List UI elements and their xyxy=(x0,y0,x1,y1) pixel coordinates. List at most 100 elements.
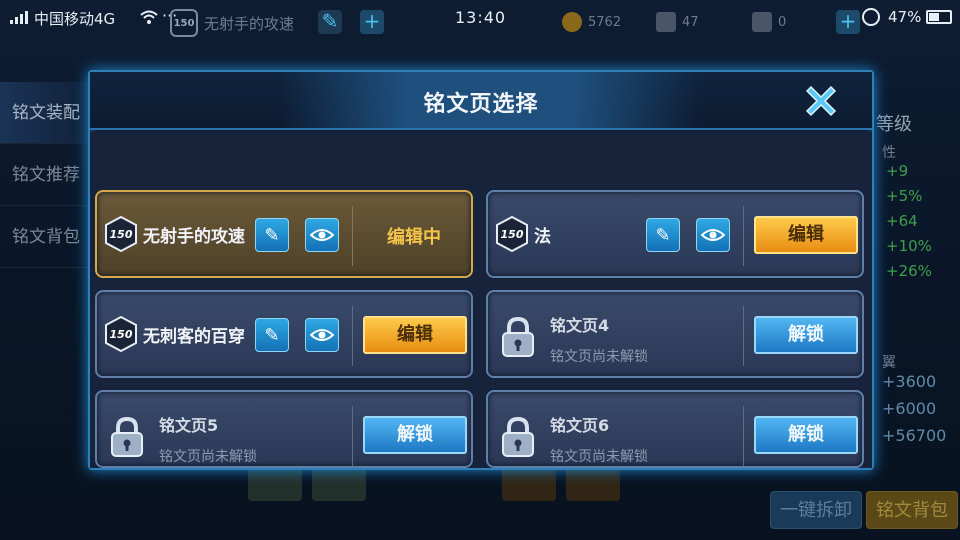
page-header: 150 无射手的攻速 xyxy=(170,8,294,38)
modal-title: 铭文页选择 xyxy=(423,92,539,117)
stat-value: +5% xyxy=(886,187,923,205)
stat-value: +10% xyxy=(886,237,932,255)
lock-icon xyxy=(502,316,534,357)
stat-value: +56700 xyxy=(882,426,947,445)
rune-page-modal: 铭文页选择 150 无射手的攻速 ✎ 编辑中 150 法 ✎ 编辑 150 无刺… xyxy=(88,70,874,470)
nav-item-recommend: 铭文推荐 xyxy=(0,144,88,206)
eye-icon xyxy=(701,229,725,241)
shard-value: 0 xyxy=(778,14,787,30)
divider xyxy=(352,206,353,266)
page-title: 铭文页5 xyxy=(159,416,219,435)
stats-sub: 性 xyxy=(882,145,896,161)
gold-value: 5762 xyxy=(588,14,622,30)
gem-counter: 47 xyxy=(656,12,699,32)
clock-time: 13:40 xyxy=(455,8,507,27)
rename-button[interactable]: ✎ xyxy=(255,318,289,352)
lock-icon xyxy=(111,416,143,457)
stat-value: +3600 xyxy=(882,372,937,391)
stats-sub-2: 翼 xyxy=(882,355,896,371)
carrier-label: 中国移动4G xyxy=(34,10,116,28)
wifi-icon xyxy=(140,10,158,24)
rename-button[interactable]: ✎ xyxy=(255,218,289,252)
stats-panel-2: 翼 +3600 +6000 +56700 xyxy=(882,352,946,453)
svg-text:150: 150 xyxy=(501,228,524,241)
plus-icon: + xyxy=(360,10,384,34)
svg-text:150: 150 xyxy=(110,328,133,341)
edit-button[interactable]: 编辑 xyxy=(363,316,467,354)
divider xyxy=(743,406,744,466)
preview-button[interactable] xyxy=(696,218,730,252)
nav-item-bag: 铭文背包 xyxy=(0,206,88,268)
locked-message: 铭文页尚未解锁 xyxy=(550,449,648,465)
preview-button[interactable] xyxy=(305,218,339,252)
page-title: 铭文页4 xyxy=(550,316,610,335)
shard-counter: 0 xyxy=(752,12,786,32)
rune-bag-button: 铭文背包 xyxy=(866,491,958,529)
level-150-icon: 150 xyxy=(496,216,528,252)
alarm-icon xyxy=(862,8,880,26)
edit-icon-dim: ✎ xyxy=(318,10,342,34)
gold-counter: 5762 xyxy=(562,12,621,32)
rune-page-card[interactable]: 150 法 ✎ 编辑 xyxy=(486,190,864,278)
add-currency-icon: + xyxy=(836,10,860,34)
page-title: 铭文页6 xyxy=(550,416,610,435)
rune-page-name: 法 xyxy=(534,227,551,247)
signal-icon xyxy=(10,10,28,24)
close-button[interactable] xyxy=(798,78,844,124)
locked-page-card: 铭文页5 铭文页尚未解锁 解锁 xyxy=(95,390,473,468)
rune-page-card[interactable]: 150 无射手的攻速 ✎ 编辑中 xyxy=(95,190,473,278)
rune-slot xyxy=(502,465,556,501)
rune-slot xyxy=(248,465,302,501)
eye-icon xyxy=(310,329,334,341)
editing-status: 编辑中 xyxy=(387,227,441,248)
level-150-icon: 150 xyxy=(105,316,137,352)
close-icon xyxy=(805,85,837,117)
unload-all-button: 一键拆卸 xyxy=(770,491,862,529)
divider xyxy=(743,206,744,266)
edit-button[interactable]: 编辑 xyxy=(754,216,858,254)
rune-page-card[interactable]: 150 无刺客的百穿 ✎ 编辑 xyxy=(95,290,473,378)
rune-slot xyxy=(312,465,366,501)
locked-page-card: 铭文页4 铭文页尚未解锁 解锁 xyxy=(486,290,864,378)
rename-button[interactable]: ✎ xyxy=(646,218,680,252)
stat-value: +9 xyxy=(886,162,909,180)
stats-header: 等级 xyxy=(876,114,912,135)
battery-percent: 47% xyxy=(888,8,922,26)
coin-icon xyxy=(562,12,582,32)
gem-value: 47 xyxy=(682,14,699,30)
lock-icon xyxy=(502,416,534,457)
level-badge: 150 xyxy=(170,9,198,37)
svg-text:150: 150 xyxy=(110,228,133,241)
preview-button[interactable] xyxy=(305,318,339,352)
eraser-icon: ✎ xyxy=(264,324,280,346)
stat-value: +64 xyxy=(886,212,918,230)
stat-value: +26% xyxy=(886,262,932,280)
modal-header: 铭文页选择 xyxy=(90,72,872,130)
shard-icon xyxy=(752,12,772,32)
unlock-button[interactable]: 解锁 xyxy=(363,416,467,454)
unlock-button[interactable]: 解锁 xyxy=(754,316,858,354)
level-150-icon: 150 xyxy=(105,216,137,252)
status-bar: 中国移动4G ··· 13:40 47% xyxy=(0,0,960,36)
stat-value: +6000 xyxy=(882,399,937,418)
battery-icon xyxy=(926,10,952,24)
eye-icon xyxy=(310,229,334,241)
divider xyxy=(352,406,353,466)
page-name: 无射手的攻速 xyxy=(204,14,295,33)
unlock-button[interactable]: 解锁 xyxy=(754,416,858,454)
locked-message: 铭文页尚未解锁 xyxy=(159,449,257,465)
eraser-icon: ✎ xyxy=(655,224,671,246)
eraser-icon: ✎ xyxy=(264,224,280,246)
rune-page-name: 无射手的攻速 xyxy=(143,227,245,247)
locked-page-card: 铭文页6 铭文页尚未解锁 解锁 xyxy=(486,390,864,468)
rune-slot xyxy=(566,465,620,501)
locked-message: 铭文页尚未解锁 xyxy=(550,349,648,365)
diamond-icon xyxy=(656,12,676,32)
nav-item-assemble: 铭文装配 xyxy=(0,82,88,144)
left-nav: 铭文装配 铭文推荐 铭文背包 xyxy=(0,82,88,268)
rune-page-name: 无刺客的百穿 xyxy=(143,327,245,347)
divider xyxy=(743,306,744,366)
modal-body: 150 无射手的攻速 ✎ 编辑中 150 法 ✎ 编辑 150 无刺客的百穿 ✎… xyxy=(90,132,872,468)
stats-panel: 等级 性 +9 +5% +64 +10% +26% xyxy=(870,110,960,287)
divider xyxy=(352,306,353,366)
